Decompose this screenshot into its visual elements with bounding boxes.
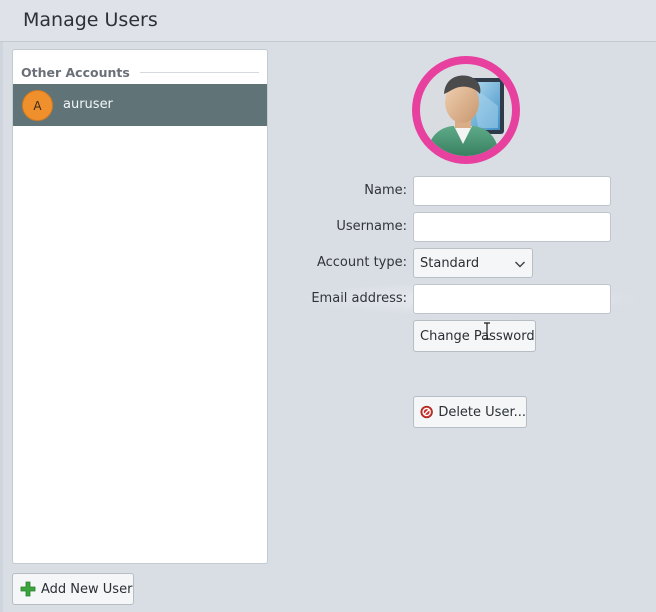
username-label: Username: bbox=[336, 219, 407, 234]
section-header-label: Other Accounts bbox=[21, 64, 130, 80]
account-row-auruser[interactable]: A auruser bbox=[13, 84, 267, 126]
no-entry-icon bbox=[420, 405, 433, 419]
change-password-button[interactable]: Change Password bbox=[413, 320, 536, 352]
delete-user-label: Delete User... bbox=[438, 404, 526, 420]
window-edge bbox=[0, 42, 3, 612]
user-avatar-icon[interactable] bbox=[412, 56, 520, 164]
change-password-label: Change Password bbox=[420, 328, 535, 344]
page-title: Manage Users bbox=[23, 9, 158, 31]
username-field[interactable] bbox=[413, 212, 611, 242]
chevron-down-icon bbox=[515, 261, 525, 268]
account-type-select[interactable]: Standard bbox=[413, 248, 533, 278]
email-field[interactable] bbox=[413, 284, 611, 314]
text-cursor-icon bbox=[484, 322, 490, 340]
account-avatar: A bbox=[22, 90, 53, 121]
accounts-list: Other Accounts A auruser bbox=[12, 49, 268, 564]
name-field[interactable] bbox=[413, 176, 611, 206]
section-header: Other Accounts bbox=[21, 64, 259, 80]
section-divider bbox=[139, 71, 259, 73]
account-type-value: Standard bbox=[420, 256, 480, 271]
delete-user-button[interactable]: Delete User... bbox=[413, 396, 527, 428]
email-label: Email address: bbox=[311, 291, 407, 306]
add-new-user-button[interactable]: Add New User bbox=[12, 573, 134, 605]
add-new-user-label: Add New User bbox=[41, 581, 133, 597]
account-name: auruser bbox=[63, 97, 113, 112]
account-avatar-initial: A bbox=[33, 98, 42, 113]
plus-icon bbox=[20, 581, 36, 597]
account-type-label: Account type: bbox=[316, 255, 407, 270]
window-header: Manage Users bbox=[0, 0, 656, 42]
name-label: Name: bbox=[364, 183, 407, 198]
